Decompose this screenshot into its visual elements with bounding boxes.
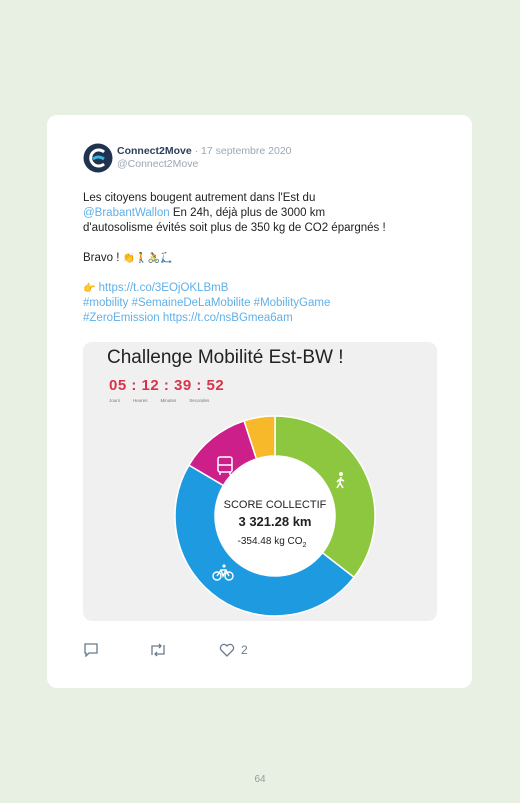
hashtag-zeroemission[interactable]: #ZeroEmission [83, 312, 160, 324]
bravo-text: Bravo ! [83, 252, 123, 264]
tweet-author: Connect2Move · 17 septembre 2020 @Connec… [117, 145, 292, 171]
score-co2-value: -354.48 kg CO [238, 536, 303, 547]
countdown-timer: 05 : 12 : 39 : 52 [109, 377, 225, 394]
score-co2-subscript: 2 [303, 542, 307, 549]
pointing-hand-icon: 👉 [83, 283, 96, 294]
connect2move-logo[interactable] [83, 143, 113, 173]
tweet-text: Les citoyens bougent autrement dans l'Es… [83, 191, 443, 326]
tweet-link-1[interactable]: https://t.co/3EOjOKLBmB [99, 282, 229, 294]
score-km: 3 321.28 km [238, 514, 311, 529]
reply-button[interactable] [83, 643, 99, 657]
retweet-button[interactable] [149, 643, 167, 657]
score-label: SCORE COLLECTIF [224, 499, 327, 511]
timer-labels: Jours Heures Minutes Secondes [109, 398, 209, 403]
timer-label: Jours [109, 398, 121, 403]
page-number: 64 [254, 774, 266, 785]
timer-label: Minutes [160, 398, 177, 403]
challenge-image[interactable]: Challenge Mobilité Est-BW ! 05 : 12 : 39… [83, 342, 437, 621]
timer-label: Secondes [189, 398, 210, 403]
tweet-line-2: En 24h, déjà plus de 3000 km [169, 207, 326, 219]
timer-label: Heures [133, 398, 148, 403]
tweet-line-1: Les citoyens bougent autrement dans l'Es… [83, 192, 316, 204]
retweet-icon [151, 643, 165, 657]
separator: · [194, 145, 199, 157]
reply-icon [84, 643, 98, 657]
tweet-card: Connect2Move · 17 septembre 2020 @Connec… [47, 115, 472, 688]
challenge-title: Challenge Mobilité Est-BW ! [107, 347, 344, 368]
hashtags[interactable]: #mobility #SemaineDeLaMobilite #Mobility… [83, 297, 330, 309]
author-handle[interactable]: @Connect2Move [117, 158, 292, 171]
mention-link[interactable]: @BrabantWallon [83, 207, 170, 219]
tweet-date[interactable]: 17 septembre 2020 [201, 145, 291, 157]
tweet-link-2[interactable]: https://t.co/nsBGmea6am [163, 312, 293, 324]
score-donut: SCORE COLLECTIF 3 321.28 km -354.48 kg C… [174, 415, 376, 617]
bravo-emojis: 👏🚶🚴🛴 [122, 253, 173, 264]
like-button[interactable]: 2 [219, 643, 248, 657]
author-name[interactable]: Connect2Move [117, 145, 192, 157]
tweet-line-3: d'autosolisme évités soit plus de 350 kg… [83, 222, 386, 234]
heart-icon [219, 643, 235, 657]
like-count: 2 [241, 643, 248, 657]
